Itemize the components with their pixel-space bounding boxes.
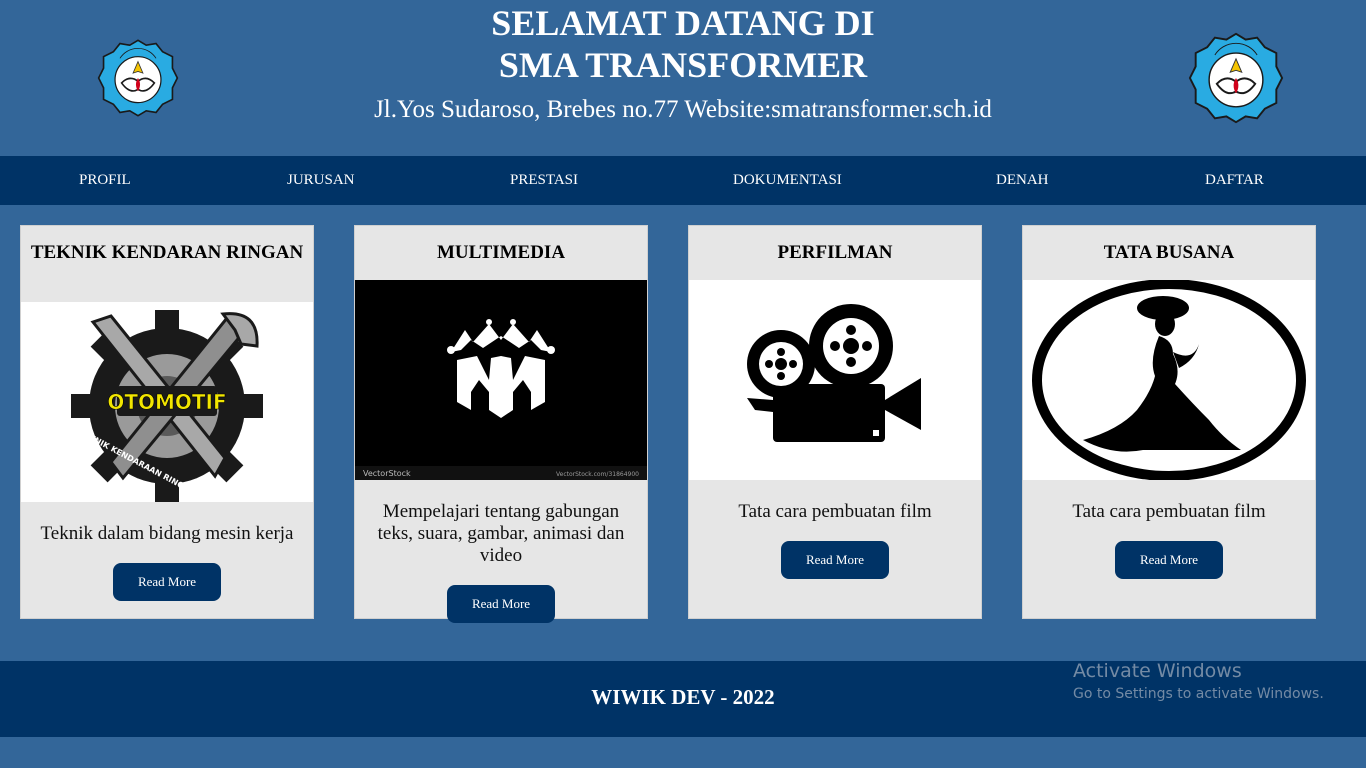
read-more-button[interactable]: Read More	[447, 585, 555, 623]
card-image	[689, 280, 981, 480]
card-title: PERFILMAN	[777, 242, 893, 263]
card-teknik-kendaraan-ringan: TEKNIK KENDARAN RINGAN OTOMOTIF TEKNIK K…	[20, 225, 314, 619]
fashion-woman-dress-icon	[1032, 280, 1306, 480]
nav-item-prestasi[interactable]: PRESTASI	[510, 156, 578, 205]
multimedia-crown-logo-icon: VectorStock VectorStock.com/31864900	[355, 319, 647, 480]
card-description: Tata cara pembuatan film	[738, 501, 932, 522]
nav-item-jurusan[interactable]: JURUSAN	[287, 156, 355, 205]
read-more-button[interactable]: Read More	[781, 541, 889, 579]
card-image-text: VectorStock	[363, 469, 411, 478]
card-description: Teknik dalam bidang mesin kerja	[40, 523, 294, 544]
page-title-line2: SMA TRANSFORMER	[498, 45, 868, 85]
card-image	[1023, 280, 1315, 480]
activate-windows-title: Activate Windows	[1073, 660, 1242, 682]
nav-item-denah[interactable]: DENAH	[996, 156, 1049, 205]
card-image: OTOMOTIF TEKNIK KENDARAAN RINGAN	[21, 302, 313, 502]
card-description: Mempelajari tentang gabungan teks, suara…	[377, 501, 625, 566]
read-more-button[interactable]: Read More	[113, 563, 221, 601]
nav-item-dokumentasi[interactable]: DOKUMENTASI	[733, 156, 842, 205]
read-more-button[interactable]: Read More	[1115, 541, 1223, 579]
main-navigation: PROFIL JURUSAN PRESTASI DOKUMENTASI DENA…	[0, 156, 1366, 205]
card-perfilman: PERFILMAN Tata cara pembuatan film Read …	[688, 225, 982, 619]
card-image: VectorStock VectorStock.com/31864900	[355, 280, 647, 480]
card-image-subtext: VectorStock.com/31864900	[556, 471, 639, 478]
card-title: TATA BUSANA	[1103, 242, 1235, 263]
card-multimedia: MULTIMEDIA VectorStock VectorStock.com/3…	[354, 225, 648, 623]
card-title: MULTIMEDIA	[436, 242, 566, 263]
film-camera-icon	[747, 304, 921, 442]
card-image-text: OTOMOTIF	[107, 390, 226, 414]
school-address: Jl.Yos Sudaroso, Brebes no.77 Website:sm…	[374, 96, 992, 123]
card-description: Tata cara pembuatan film	[1072, 501, 1266, 522]
nav-item-profil[interactable]: PROFIL	[79, 156, 131, 205]
card-tata-busana: TATA BUSANA Tata cara pembuatan film Rea…	[1022, 225, 1316, 619]
activate-windows-subtitle: Go to Settings to activate Windows.	[1073, 686, 1324, 702]
page-title-line1: SELAMAT DATANG DI	[491, 3, 875, 43]
card-title: TEKNIK KENDARAN RINGAN	[30, 242, 304, 263]
page-header: SELAMAT DATANG DI SMA TRANSFORMER Jl.Yos…	[0, 0, 1366, 156]
otomotif-gear-wrench-icon: OTOMOTIF TEKNIK KENDARAAN RINGAN	[71, 310, 263, 502]
nav-item-daftar[interactable]: DAFTAR	[1205, 156, 1264, 205]
